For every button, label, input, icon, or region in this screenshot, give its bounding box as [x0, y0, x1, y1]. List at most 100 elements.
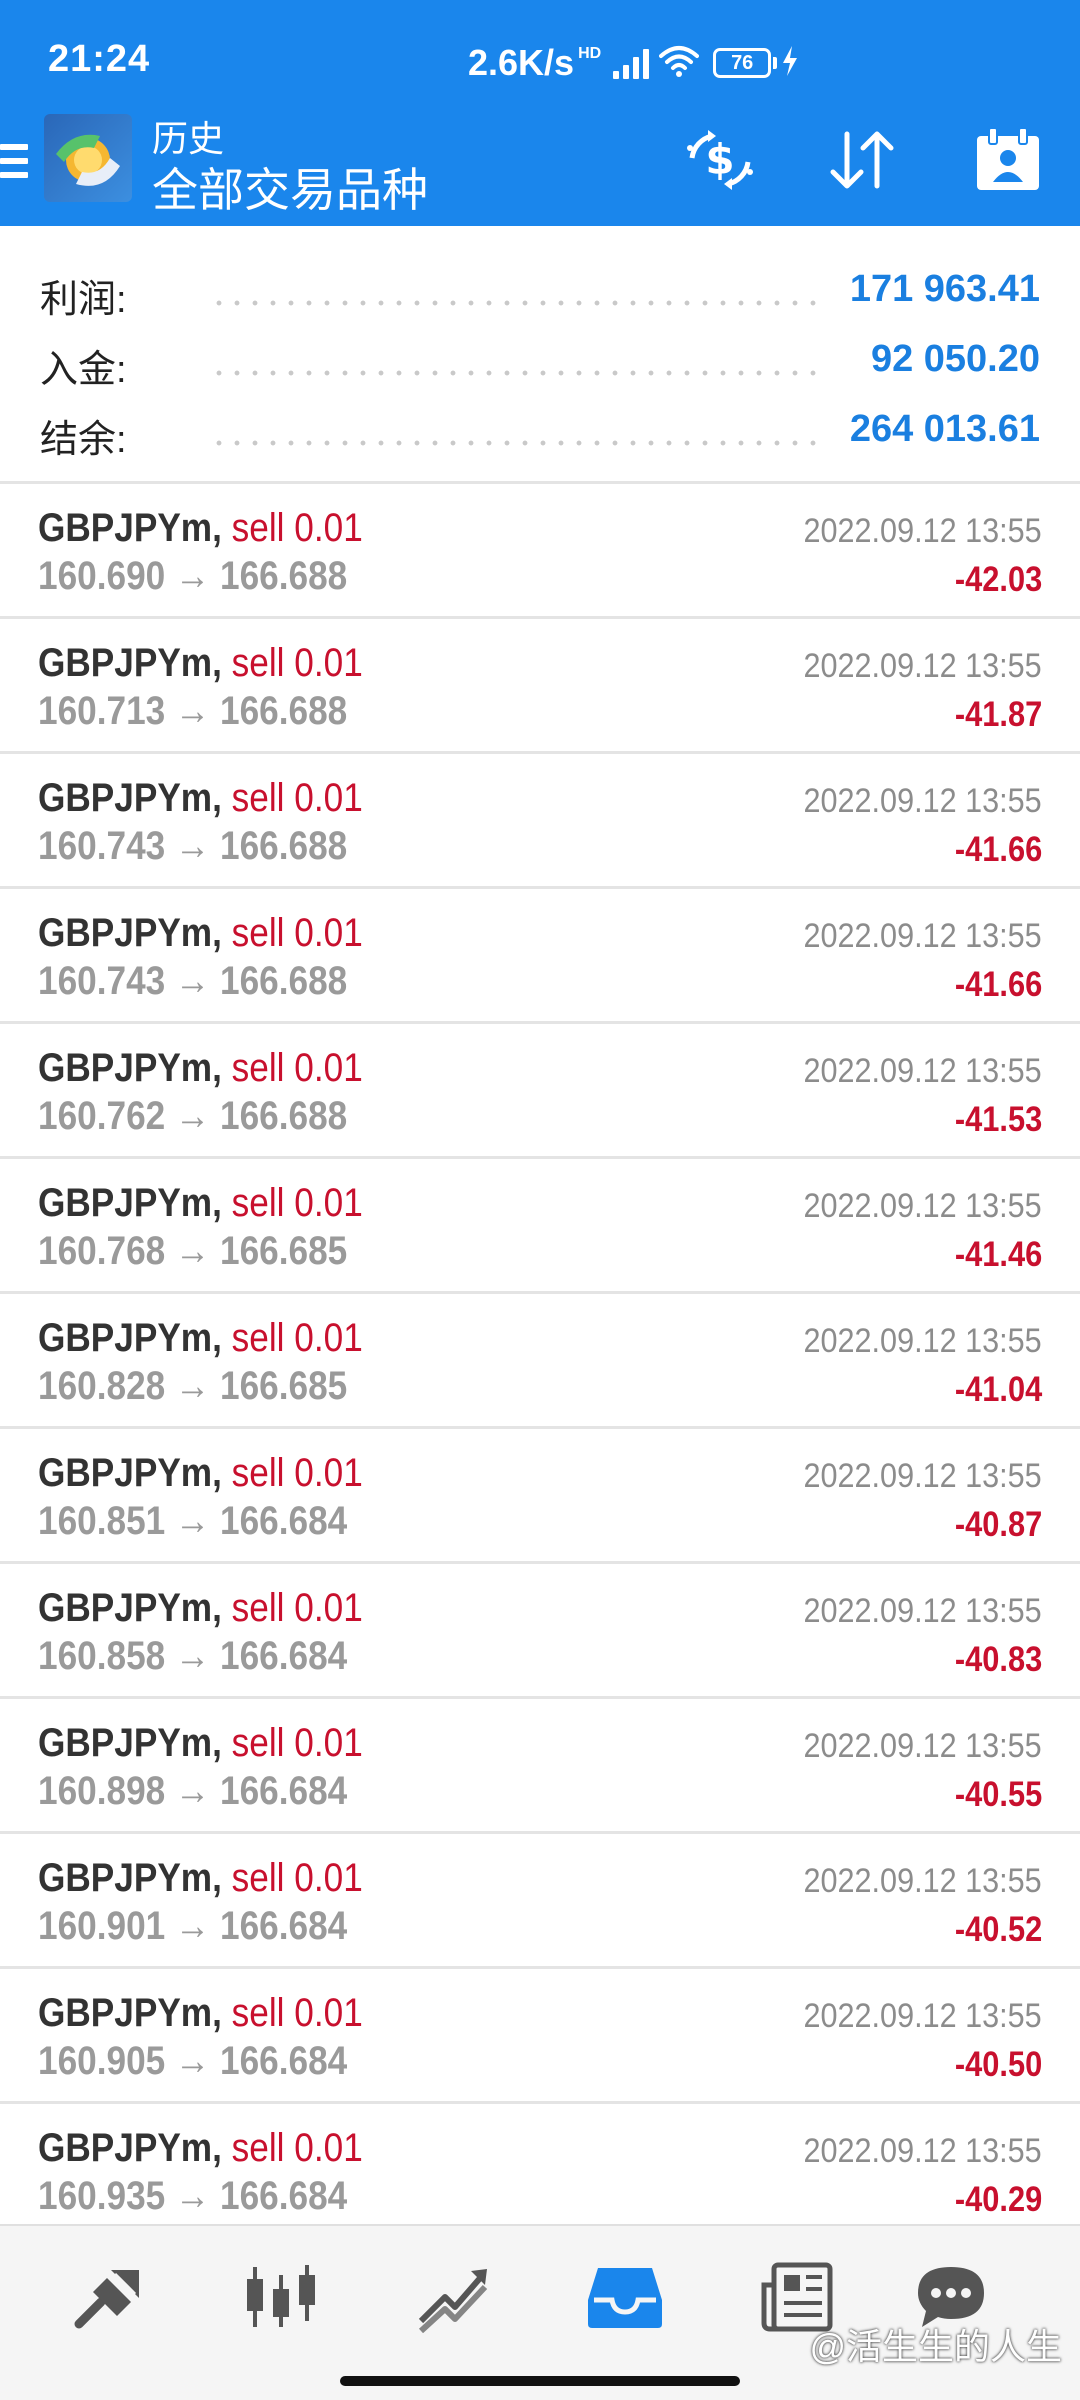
deal-time: 2022.09.12 13:55	[803, 1862, 1042, 1900]
deal-profit: -41.46	[954, 1235, 1042, 1274]
deal-prices: 160.713 → 166.688	[38, 689, 348, 733]
deal-symbol-line: GBPJPYm, sell 0.01	[38, 911, 363, 956]
battery-icon: 76	[713, 48, 778, 78]
deal-history-list[interactable]: GBPJPYm, sell 0.01 160.690 → 166.688 202…	[0, 484, 1080, 2224]
quotes-icon[interactable]	[64, 2252, 154, 2342]
deal-row[interactable]: GBPJPYm, sell 0.01 160.828 → 166.685 202…	[0, 1294, 1080, 1429]
deal-row[interactable]: GBPJPYm, sell 0.01 160.901 → 166.684 202…	[0, 1834, 1080, 1969]
deal-time: 2022.09.12 13:55	[803, 1322, 1042, 1360]
summary-balance-row: 结余: 264 013.61	[0, 396, 1080, 466]
wifi-icon	[659, 44, 700, 83]
deal-row[interactable]: GBPJPYm, sell 0.01 160.858 → 166.684 202…	[0, 1564, 1080, 1699]
deal-prices: 160.690 → 166.688	[38, 554, 348, 598]
deal-time: 2022.09.12 13:55	[803, 512, 1042, 550]
deal-profit: -40.55	[954, 1775, 1042, 1814]
deal-symbol-line: GBPJPYm, sell 0.01	[38, 2126, 363, 2171]
deal-symbol: GBPJPYm,	[38, 1181, 222, 1225]
deal-row[interactable]: GBPJPYm, sell 0.01 160.743 → 166.688 202…	[0, 754, 1080, 889]
leader-dots	[210, 440, 818, 446]
deal-side: sell 0.01	[231, 1856, 363, 1900]
deal-symbol: GBPJPYm,	[38, 1856, 222, 1900]
deal-time: 2022.09.12 13:55	[803, 917, 1042, 955]
balance-value: 264 013.61	[849, 408, 1040, 450]
deal-side: sell 0.01	[231, 1046, 363, 1090]
deal-symbol-line: GBPJPYm, sell 0.01	[38, 1451, 363, 1496]
app-bar: 历史 全部交易品种 $	[0, 114, 1080, 226]
deal-time: 2022.09.12 13:55	[803, 1997, 1042, 2035]
deal-time: 2022.09.12 13:55	[803, 1187, 1042, 1225]
deal-symbol-line: GBPJPYm, sell 0.01	[38, 1316, 363, 1361]
sort-icon[interactable]	[822, 120, 902, 200]
leader-dots	[210, 300, 818, 306]
currency-exchange-icon[interactable]: $	[680, 120, 760, 200]
deal-symbol-line: GBPJPYm, sell 0.01	[38, 641, 363, 686]
deal-prices: 160.743 → 166.688	[38, 824, 348, 868]
deal-side: sell 0.01	[231, 1586, 363, 1630]
deal-symbol: GBPJPYm,	[38, 776, 222, 820]
hd-badge: HD	[578, 45, 602, 62]
deal-side: sell 0.01	[231, 776, 363, 820]
deal-profit: -41.66	[954, 830, 1042, 869]
deal-side: sell 0.01	[231, 1451, 363, 1495]
chart-candles-icon[interactable]	[236, 2252, 326, 2342]
deal-symbol: GBPJPYm,	[38, 911, 222, 955]
deal-profit: -41.53	[954, 1100, 1042, 1139]
deal-profit: -40.50	[954, 2045, 1042, 2084]
deal-symbol: GBPJPYm,	[38, 2126, 222, 2170]
app-header: 21:24 2.6K/s HD 76 历史 全部交易品种 $	[0, 0, 1080, 226]
summary-profit-row: 利润: 171 963.41	[0, 256, 1080, 326]
menu-icon[interactable]	[0, 142, 30, 182]
deal-symbol-line: GBPJPYm, sell 0.01	[38, 506, 363, 551]
watermark-text: @活生生的人生	[809, 2326, 1062, 2367]
deal-prices: 160.851 → 166.684	[38, 1499, 348, 1543]
bottom-navigation: @活生生的人生	[0, 2224, 1080, 2400]
trade-icon[interactable]	[408, 2252, 498, 2342]
deal-profit: -40.29	[954, 2180, 1042, 2219]
deal-row[interactable]: GBPJPYm, sell 0.01 160.898 → 166.684 202…	[0, 1699, 1080, 1834]
deal-row[interactable]: GBPJPYm, sell 0.01 160.762 → 166.688 202…	[0, 1024, 1080, 1159]
account-summary: 利润: 171 963.41 入金: 92 050.20 结余: 264 013…	[0, 226, 1080, 484]
deal-symbol-line: GBPJPYm, sell 0.01	[38, 1046, 363, 1091]
deal-side: sell 0.01	[231, 1721, 363, 1765]
deal-row[interactable]: GBPJPYm, sell 0.01 160.713 → 166.688 202…	[0, 619, 1080, 754]
deal-symbol-line: GBPJPYm, sell 0.01	[38, 1181, 363, 1226]
deal-time: 2022.09.12 13:55	[803, 1592, 1042, 1630]
deal-prices: 160.858 → 166.684	[38, 1634, 348, 1678]
home-indicator[interactable]	[340, 2376, 740, 2386]
deal-side: sell 0.01	[231, 506, 363, 550]
deal-row[interactable]: GBPJPYm, sell 0.01 160.690 → 166.688 202…	[0, 484, 1080, 619]
deal-row[interactable]: GBPJPYm, sell 0.01 160.768 → 166.685 202…	[0, 1159, 1080, 1294]
deal-symbol-line: GBPJPYm, sell 0.01	[38, 776, 363, 821]
network-speed: 2.6K/s	[468, 42, 575, 83]
deal-profit: -40.83	[954, 1640, 1042, 1679]
deal-symbol-line: GBPJPYm, sell 0.01	[38, 1586, 363, 1631]
deal-profit: -40.52	[954, 1910, 1042, 1949]
deal-time: 2022.09.12 13:55	[803, 1052, 1042, 1090]
deal-symbol: GBPJPYm,	[38, 1451, 222, 1495]
deal-symbol: GBPJPYm,	[38, 506, 222, 550]
status-bar: 21:24 2.6K/s HD 76	[0, 0, 1080, 126]
deal-time: 2022.09.12 13:55	[803, 2132, 1042, 2170]
deal-prices: 160.898 → 166.684	[38, 1769, 348, 1813]
deal-row[interactable]: GBPJPYm, sell 0.01 160.935 → 166.684 202…	[0, 2104, 1080, 2224]
deal-profit: -41.66	[954, 965, 1042, 1004]
deal-row[interactable]: GBPJPYm, sell 0.01 160.905 → 166.684 202…	[0, 1969, 1080, 2104]
deal-prices: 160.743 → 166.688	[38, 959, 348, 1003]
app-logo-icon	[44, 114, 132, 202]
deal-row[interactable]: GBPJPYm, sell 0.01 160.851 → 166.684 202…	[0, 1429, 1080, 1564]
history-icon[interactable]	[580, 2252, 670, 2342]
profit-value: 171 963.41	[849, 268, 1040, 310]
deal-side: sell 0.01	[231, 1991, 363, 2035]
deal-symbol: GBPJPYm,	[38, 1721, 222, 1765]
deal-row[interactable]: GBPJPYm, sell 0.01 160.743 → 166.688 202…	[0, 889, 1080, 1024]
deal-side: sell 0.01	[231, 641, 363, 685]
deal-prices: 160.828 → 166.685	[38, 1364, 348, 1408]
symbol-filter-title[interactable]: 全部交易品种	[152, 154, 428, 220]
deal-time: 2022.09.12 13:55	[803, 1727, 1042, 1765]
deal-side: sell 0.01	[231, 911, 363, 955]
deal-prices: 160.762 → 166.688	[38, 1094, 348, 1138]
deal-symbol: GBPJPYm,	[38, 1991, 222, 2035]
deal-symbol: GBPJPYm,	[38, 1586, 222, 1630]
deposit-value: 92 050.20	[870, 338, 1040, 380]
calendar-person-icon[interactable]	[968, 120, 1048, 200]
